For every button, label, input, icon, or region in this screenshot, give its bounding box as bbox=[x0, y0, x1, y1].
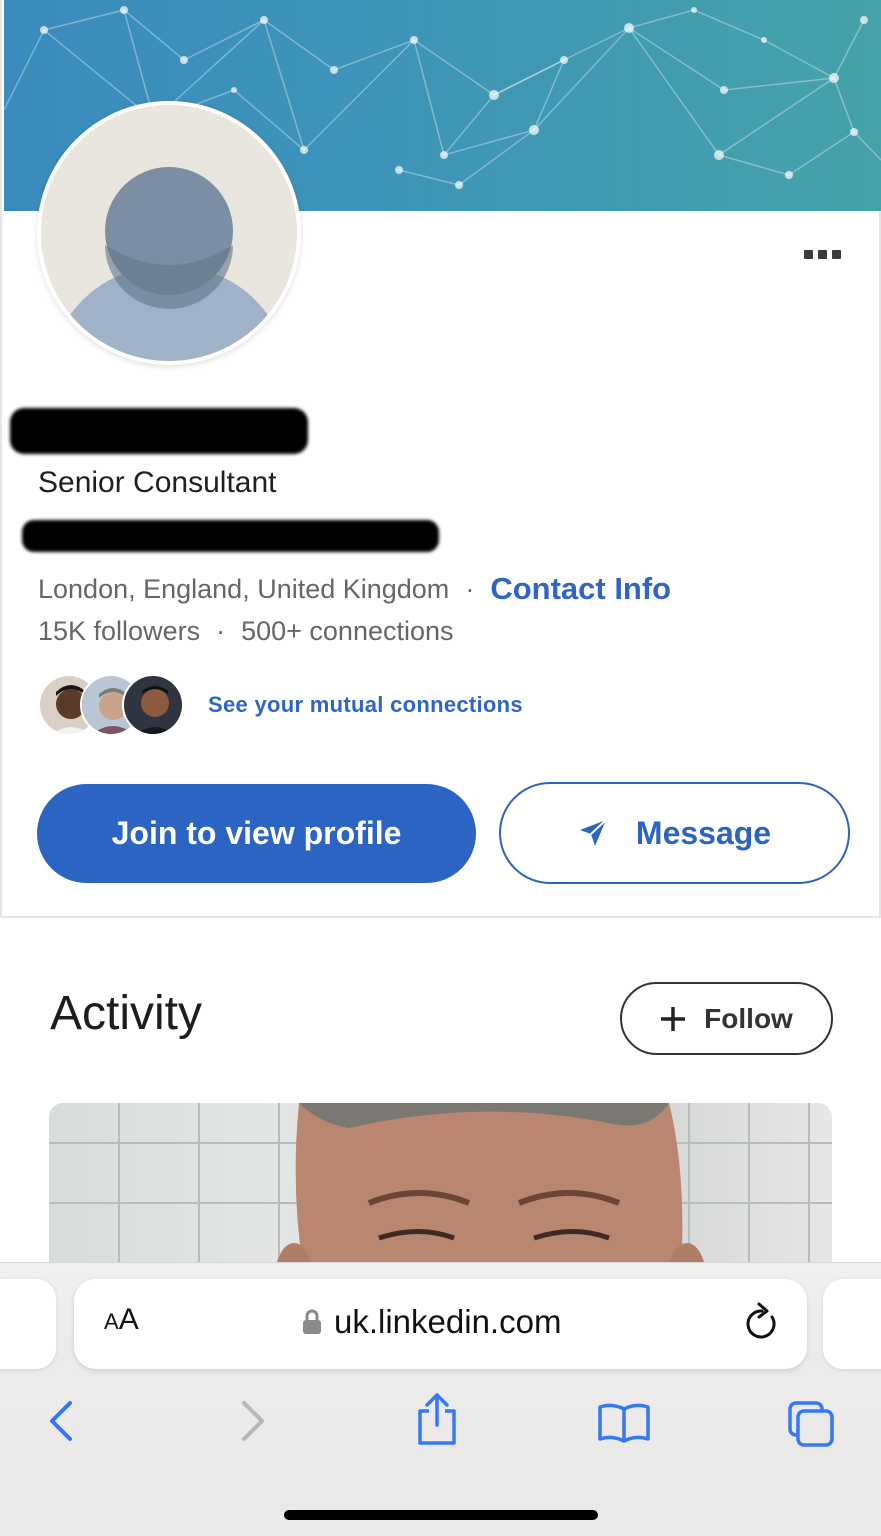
back-icon[interactable] bbox=[44, 1399, 78, 1443]
message-button-label: Message bbox=[635, 814, 772, 851]
profile-card: Senior Consultant London, England, Unite… bbox=[0, 0, 881, 918]
text-size-button[interactable]: AA bbox=[104, 1303, 139, 1337]
mutual-connections-link[interactable]: See your mutual connections bbox=[208, 692, 523, 718]
plus-icon bbox=[661, 1006, 686, 1031]
url-display[interactable]: uk.linkedin.com bbox=[302, 1303, 561, 1341]
mutual-connections-row[interactable]: See your mutual connections bbox=[38, 674, 523, 736]
follow-button-label: Follow bbox=[704, 1002, 793, 1034]
separator: · bbox=[465, 573, 475, 604]
profile-location: London, England, United Kingdom bbox=[38, 573, 450, 604]
bookmarks-icon[interactable] bbox=[596, 1401, 652, 1445]
join-button-label: Join to view profile bbox=[111, 815, 402, 851]
connections-count: 500+ connections bbox=[241, 616, 454, 646]
join-to-view-profile-button[interactable]: Join to view profile bbox=[37, 784, 476, 883]
profile-avatar[interactable] bbox=[37, 101, 301, 365]
message-button[interactable]: Message bbox=[499, 782, 850, 884]
share-icon[interactable] bbox=[414, 1391, 460, 1447]
url-text: uk.linkedin.com bbox=[334, 1303, 562, 1340]
forward-icon[interactable] bbox=[236, 1399, 270, 1443]
lock-icon bbox=[303, 1309, 321, 1334]
contact-info-link[interactable]: Contact Info bbox=[490, 571, 671, 607]
followers-count: 15K followers bbox=[38, 616, 201, 646]
home-indicator[interactable] bbox=[284, 1510, 598, 1520]
location-row: London, England, United Kingdom · Contac… bbox=[38, 571, 671, 607]
separator: · bbox=[216, 616, 226, 646]
stats-row: 15K followers · 500+ connections bbox=[38, 616, 454, 647]
default-avatar-icon bbox=[41, 105, 297, 361]
next-tab-preview[interactable] bbox=[823, 1279, 881, 1369]
reload-icon[interactable] bbox=[742, 1301, 782, 1345]
address-bar[interactable]: AA uk.linkedin.com bbox=[74, 1279, 807, 1369]
browser-toolbar: AA uk.linkedin.com bbox=[0, 1262, 881, 1536]
profile-company-redacted bbox=[22, 520, 439, 552]
more-horizontal-icon bbox=[803, 249, 813, 259]
send-icon bbox=[579, 819, 607, 846]
activity-heading: Activity bbox=[50, 987, 203, 1040]
follow-button[interactable]: Follow bbox=[620, 982, 833, 1055]
mutual-avatar-3 bbox=[122, 674, 184, 736]
more-options-button[interactable] bbox=[792, 240, 852, 268]
tabs-icon[interactable] bbox=[786, 1399, 836, 1449]
previous-tab-preview[interactable] bbox=[0, 1279, 56, 1369]
profile-name-redacted bbox=[10, 408, 308, 454]
profile-headline: Senior Consultant bbox=[38, 466, 277, 499]
